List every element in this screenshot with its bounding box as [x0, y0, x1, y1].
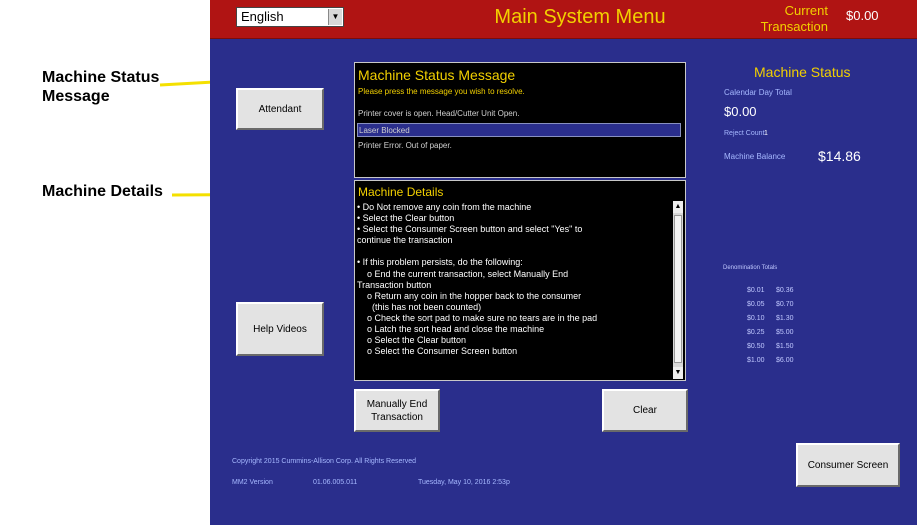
- current-label-line-2: Transaction: [760, 19, 828, 34]
- current-transaction-label: Current Transaction: [750, 3, 828, 35]
- manually-end-transaction-button[interactable]: Manually End Transaction: [354, 389, 440, 432]
- details-line: • Select the Clear button: [357, 213, 455, 224]
- denomination-value: $0.01: [747, 287, 765, 294]
- denomination-value: $0.10: [747, 315, 765, 322]
- machine-details-panel: Machine Details • Do Not remove any coin…: [354, 180, 686, 381]
- current-label-line-1: Current: [784, 3, 828, 18]
- details-scrollbar[interactable]: ▲ ▼: [673, 201, 683, 379]
- machine-status-title: Machine Status: [754, 64, 851, 80]
- calendar-day-total-label: Calendar Day Total: [724, 88, 792, 97]
- details-line: • Select the Consumer Screen button and …: [357, 224, 583, 235]
- calendar-day-total-value: $0.00: [724, 104, 757, 119]
- language-value: English: [241, 9, 284, 24]
- denomination-total: $0.70: [776, 301, 794, 308]
- scroll-up-arrow-icon[interactable]: ▲: [673, 201, 683, 213]
- help-videos-button[interactable]: Help Videos: [236, 302, 324, 356]
- version-label: MM2 Version: [232, 479, 273, 486]
- clear-button[interactable]: Clear: [602, 389, 688, 432]
- details-line: (this has not been counted): [357, 301, 482, 312]
- status-message-subtitle: Please press the message you wish to res…: [358, 87, 525, 96]
- header-bar: English ▼ Main System Menu Current Trans…: [210, 0, 917, 39]
- kiosk-screen: English ▼ Main System Menu Current Trans…: [210, 0, 917, 525]
- details-line: o Select the Clear button: [357, 335, 467, 346]
- copyright-text: Copyright 2015 Cummins-Allison Corp. All…: [232, 458, 417, 465]
- machine-status-message-panel: Machine Status Message Please press the …: [354, 62, 686, 178]
- details-line: o Return any coin in the hopper back to …: [357, 290, 582, 301]
- status-message-item[interactable]: Printer Error. Out of paper.: [357, 139, 681, 153]
- denomination-value: $0.05: [747, 301, 765, 308]
- status-message-item[interactable]: Printer cover is open. Head/Cutter Unit …: [357, 107, 681, 121]
- details-line: • If this problem persists, do the follo…: [357, 257, 523, 268]
- scroll-down-arrow-icon[interactable]: ▼: [673, 367, 683, 379]
- denomination-total: $5.00: [776, 329, 794, 336]
- reject-count-value: 1: [764, 130, 768, 137]
- denomination-totals-label: Denomination Totals: [723, 265, 778, 271]
- machine-details-text: • Do Not remove any coin from the machin…: [357, 202, 671, 357]
- machine-balance-value: $14.86: [818, 148, 861, 164]
- status-message-title: Machine Status Message: [358, 67, 516, 83]
- details-line: [357, 246, 671, 257]
- current-transaction-amount: $0.00: [846, 8, 879, 23]
- language-select[interactable]: English ▼: [236, 7, 344, 27]
- chevron-down-icon[interactable]: ▼: [328, 9, 342, 25]
- denomination-total: $0.36: [776, 287, 794, 294]
- machine-details-title: Machine Details: [358, 185, 444, 199]
- denomination-total: $1.30: [776, 315, 794, 322]
- reject-count-label: Reject Count: [724, 130, 765, 137]
- attendant-button[interactable]: Attendant: [236, 88, 324, 130]
- denomination-value: $0.50: [747, 343, 765, 350]
- details-line: Transaction button: [357, 279, 432, 290]
- denomination-total: $1.50: [776, 343, 794, 350]
- details-line: o Latch the sort head and close the mach…: [357, 324, 545, 335]
- details-line: • Do Not remove any coin from the machin…: [357, 202, 532, 212]
- scroll-thumb[interactable]: [674, 215, 682, 363]
- version-value: 01.06.005.011: [313, 479, 358, 486]
- details-line: o End the current transaction, select Ma…: [357, 268, 569, 279]
- consumer-screen-button[interactable]: Consumer Screen: [796, 443, 900, 487]
- status-message-item-selected[interactable]: Laser Blocked: [357, 123, 681, 137]
- machine-balance-label: Machine Balance: [724, 152, 786, 161]
- details-line: continue the transaction: [357, 235, 453, 246]
- denomination-value: $0.25: [747, 329, 765, 336]
- manually-end-line-1: Manually End: [366, 398, 428, 410]
- page-title: Main System Menu: [494, 6, 666, 28]
- denomination-value: $1.00: [747, 357, 765, 364]
- details-line: o Select the Consumer Screen button: [357, 346, 518, 357]
- denomination-total: $6.00: [776, 357, 794, 364]
- datetime-text: Tuesday, May 10, 2016 2:53p: [418, 479, 510, 486]
- details-line: o Check the sort pad to make sure no tea…: [357, 312, 598, 323]
- manually-end-line-2: Transaction: [371, 411, 423, 423]
